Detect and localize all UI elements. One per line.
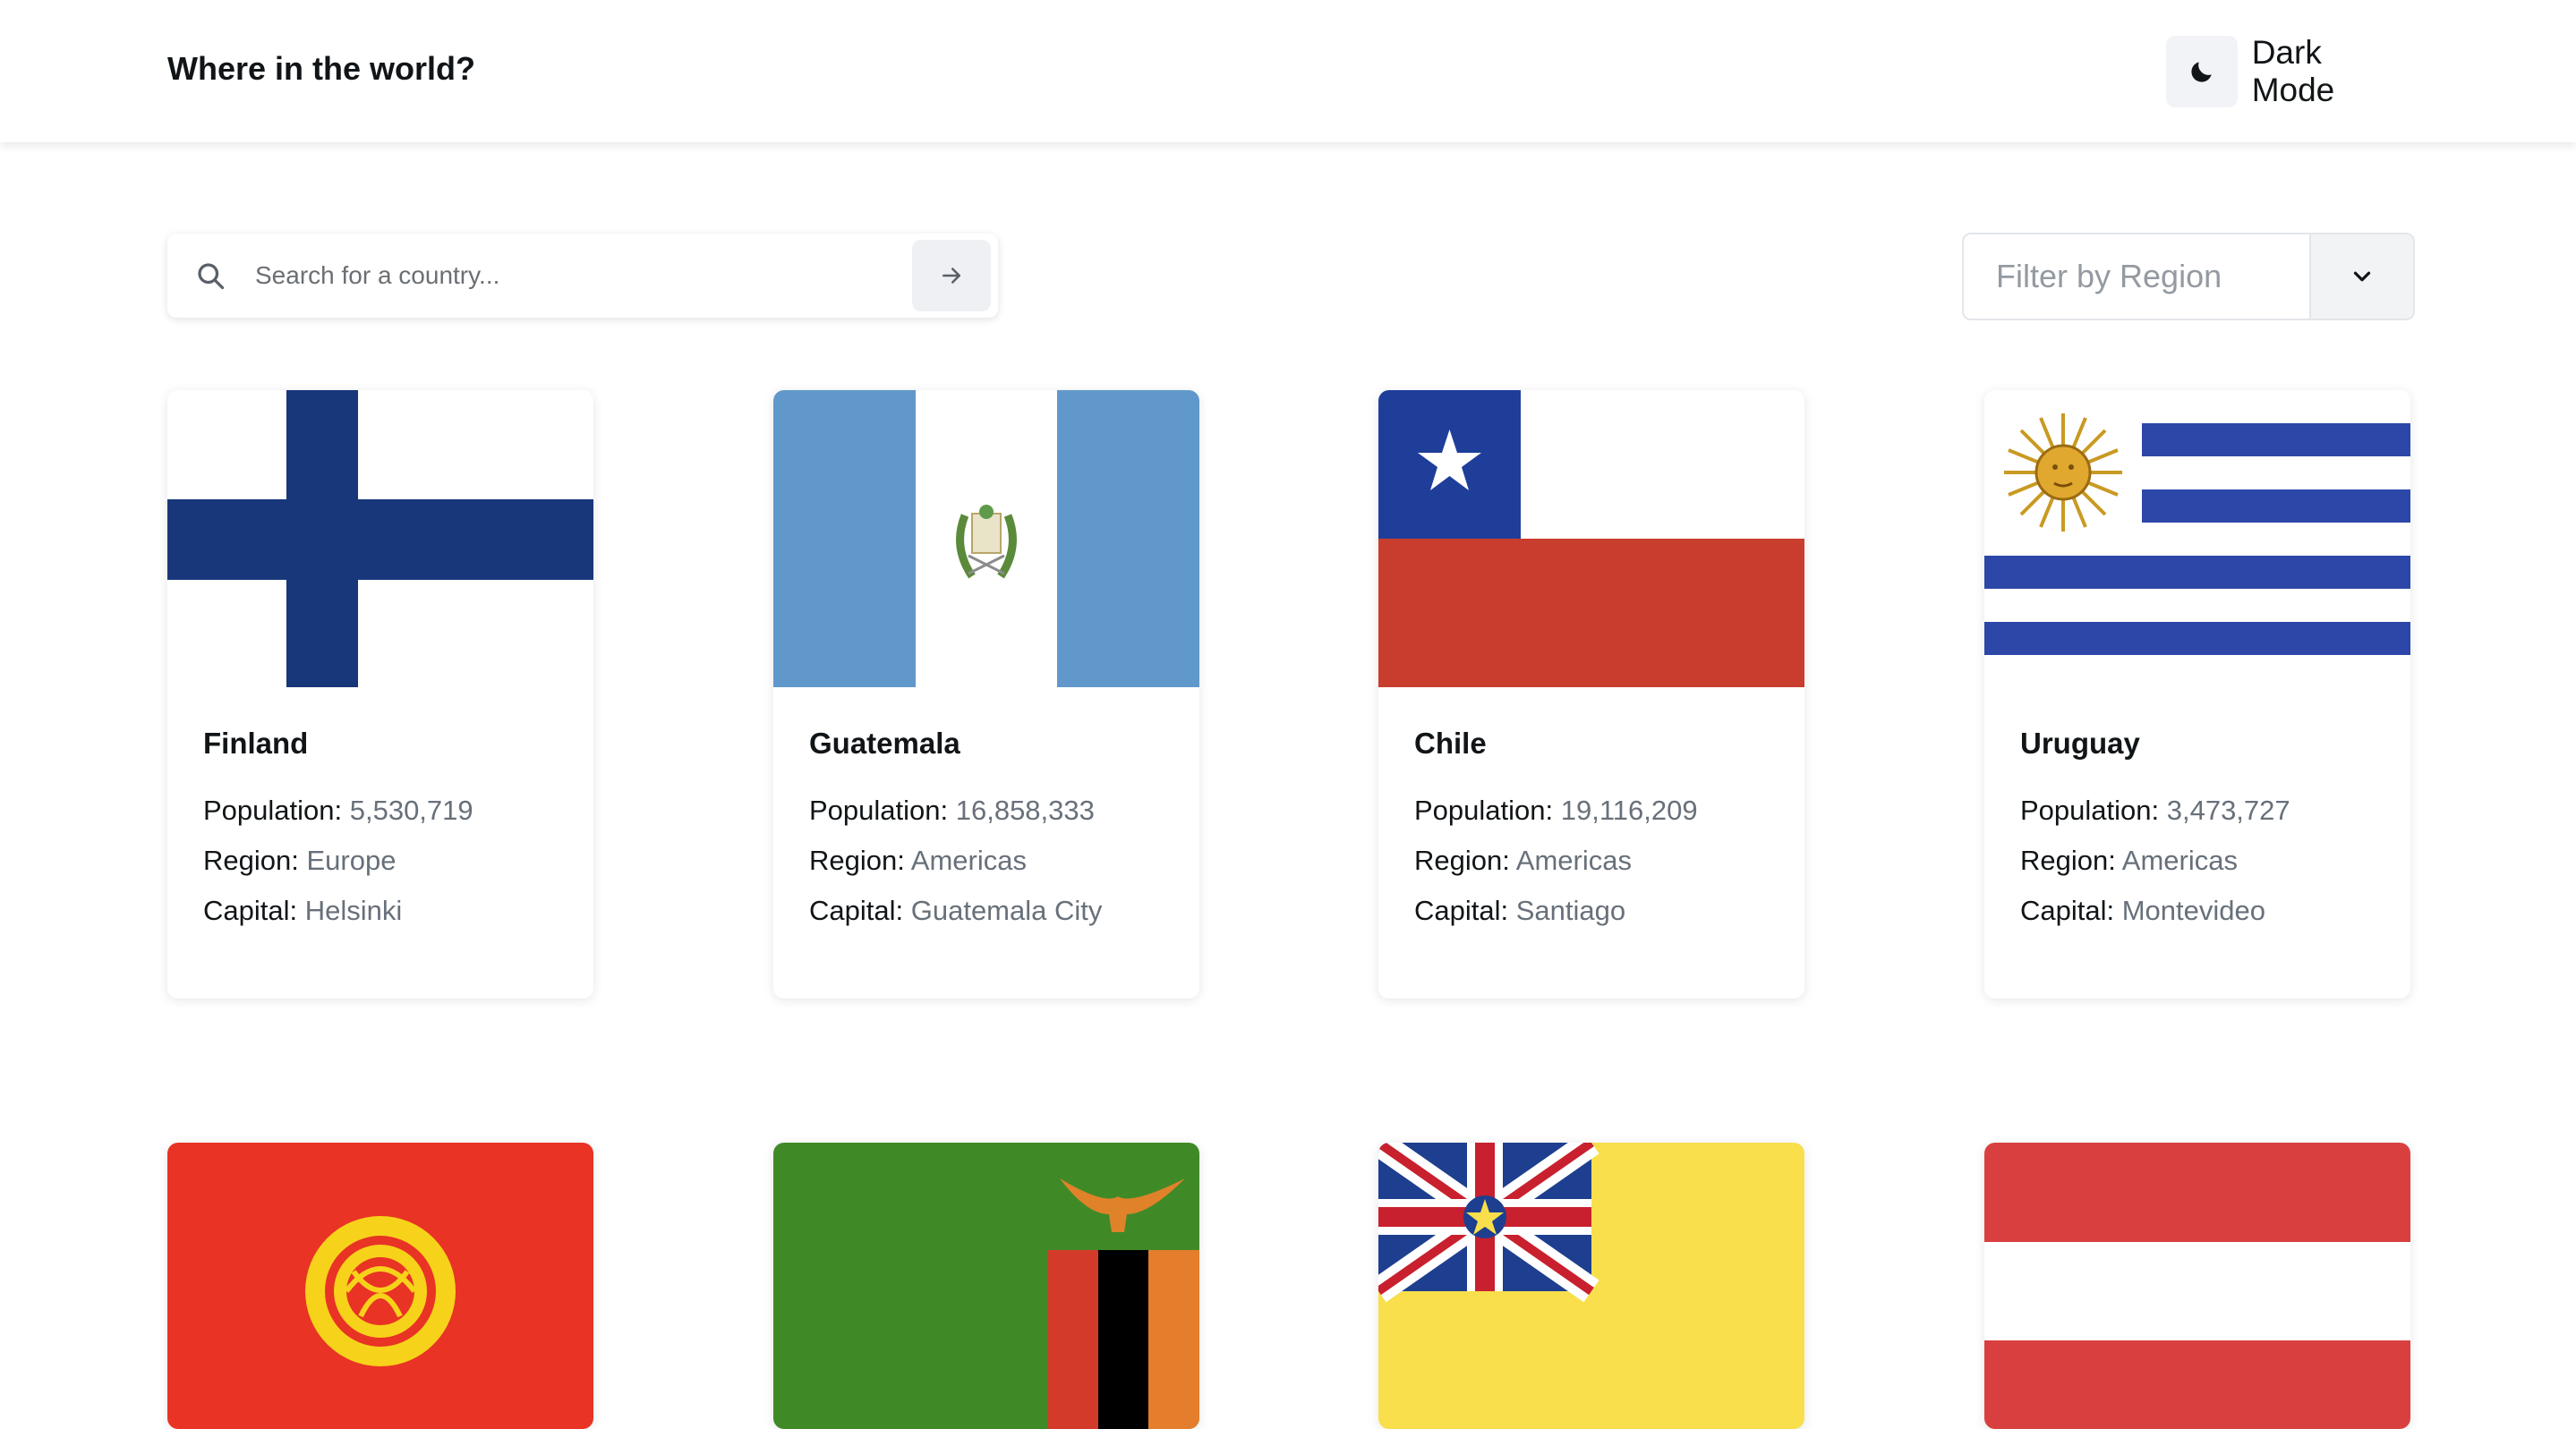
guatemala-flag: [773, 390, 1199, 687]
country-card-guatemala[interactable]: Guatemala Population: 16,858,333 Region:…: [773, 390, 1199, 999]
population-line: Population: 19,116,209: [1414, 795, 1698, 826]
region-line: Region: Americas: [2020, 845, 2238, 876]
country-name: Finland: [203, 727, 309, 760]
country-card-finland[interactable]: Finland Population: 5,530,719 Region: Eu…: [167, 390, 593, 999]
country-name: Uruguay: [2020, 727, 2140, 760]
capital-line: Capital: Santiago: [1414, 895, 1626, 926]
moon-icon: [2166, 36, 2238, 107]
search-bar: [167, 234, 998, 318]
kyrgyzstan-flag: [167, 1143, 593, 1429]
country-card-uruguay[interactable]: Uruguay Population: 3,473,727 Region: Am…: [1984, 390, 2410, 999]
country-card-kyrgyzstan[interactable]: [167, 1143, 593, 1429]
population-line: Population: 16,858,333: [809, 795, 1095, 826]
finland-flag: [167, 390, 593, 687]
country-card-niue[interactable]: [1378, 1143, 1804, 1429]
search-input[interactable]: [253, 260, 912, 291]
zambia-flag: [773, 1143, 1199, 1429]
capital-line: Capital: Guatemala City: [809, 895, 1103, 926]
chevron-down-icon: [2353, 271, 2371, 282]
niue-flag: [1378, 1143, 1804, 1429]
capital-line: Capital: Helsinki: [203, 895, 403, 926]
region-line: Region: Americas: [809, 845, 1027, 876]
dark-mode-label: Dark Mode: [2251, 34, 2335, 108]
country-card-chile[interactable]: Chile Population: 19,116,209 Region: Ame…: [1378, 390, 1804, 999]
country-card-zambia[interactable]: [773, 1143, 1199, 1429]
region-filter-label: Filter by Region: [1996, 258, 2222, 294]
region-filter[interactable]: Filter by Region: [1962, 233, 2415, 320]
region-line: Region: Europe: [203, 845, 397, 876]
country-name: Guatemala: [809, 727, 960, 760]
uruguay-flag: [1984, 390, 2410, 687]
region-line: Region: Americas: [1414, 845, 1632, 876]
search-submit-button[interactable]: [912, 240, 991, 311]
austria-flag: [1984, 1143, 2410, 1429]
capital-line: Capital: Montevideo: [2020, 895, 2266, 926]
country-name: Chile: [1414, 727, 1487, 760]
region-filter-toggle[interactable]: [2309, 234, 2413, 319]
app-title: Where in the world?: [167, 50, 476, 87]
search-icon: [194, 259, 226, 292]
dark-mode-toggle[interactable]: Dark Mode: [2166, 34, 2413, 108]
arrow-right-icon: [943, 268, 960, 284]
population-line: Population: 5,530,719: [203, 795, 473, 826]
app-header: Where in the world? Dark Mode: [0, 0, 2576, 142]
country-card-austria[interactable]: [1984, 1143, 2410, 1429]
chile-flag: [1378, 390, 1804, 687]
population-line: Population: 3,473,727: [2020, 795, 2290, 826]
